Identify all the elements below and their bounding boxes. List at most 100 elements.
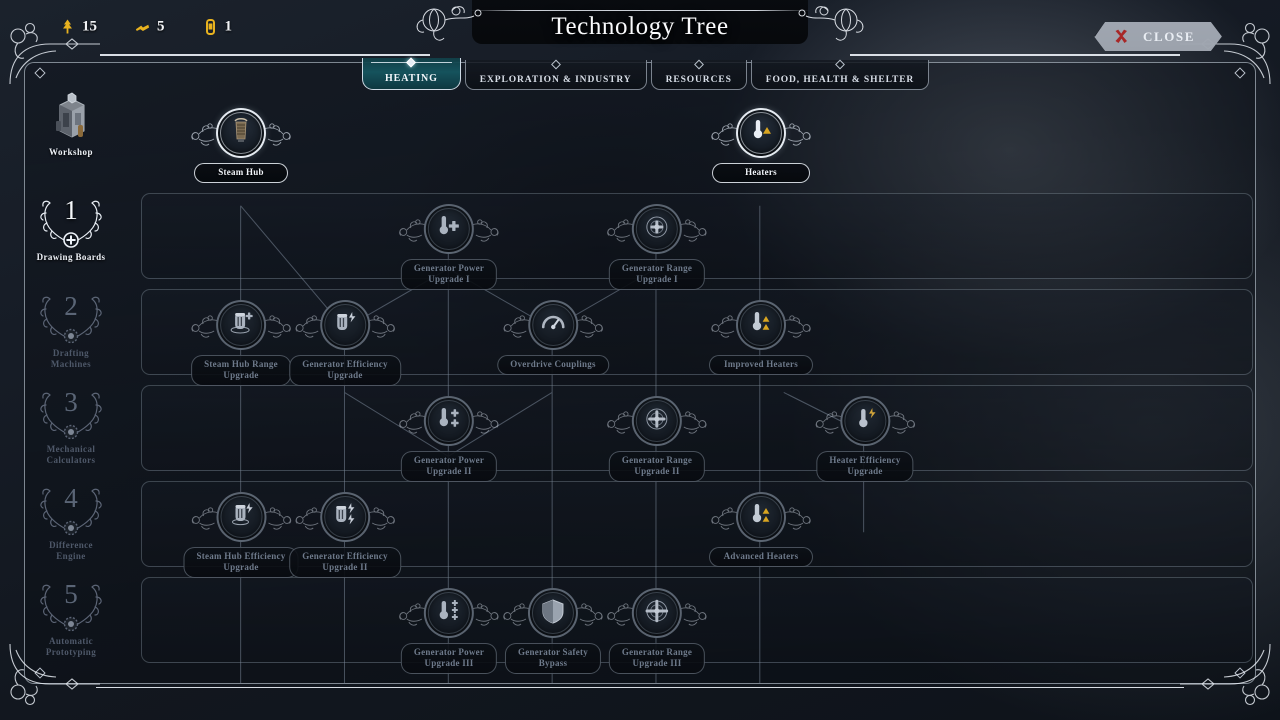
- frame-line-bottom: [96, 686, 1184, 688]
- resource-coal-value: 5: [157, 18, 165, 35]
- tech-node-label: Advanced Heaters: [709, 547, 813, 567]
- tech-node-overdrive-couplings[interactable]: Overdrive Couplings: [497, 300, 609, 375]
- vine-left-icon: [295, 315, 323, 338]
- tier-2-number: 2: [64, 291, 78, 321]
- tier-4[interactable]: 4 Difference Engine: [25, 481, 117, 562]
- tech-node-improved-heaters[interactable]: Improved Heaters: [709, 300, 813, 375]
- tab-gem-icon: [693, 59, 704, 70]
- tab-heating[interactable]: HEATING: [362, 57, 461, 90]
- resource-coal: 5: [135, 19, 165, 36]
- tech-node-orb: [711, 492, 811, 542]
- tech-node-generator-efficiency-2[interactable]: Generator Efficiency Upgrade II: [289, 492, 401, 578]
- tech-node-orb: [191, 300, 291, 350]
- resource-steel-value: 1: [224, 18, 233, 35]
- tab-gem-icon: [550, 59, 561, 70]
- tech-node-orb: [399, 396, 499, 446]
- workshop-entry[interactable]: Workshop: [25, 91, 117, 157]
- vine-left-icon: [191, 507, 219, 530]
- tech-node-steam-hub-range[interactable]: Steam Hub Range Upgrade: [191, 300, 291, 386]
- tier-3-label: Mechanical Calculators: [46, 444, 96, 465]
- tab-food-health-shelter[interactable]: FOOD, HEALTH & SHELTER: [750, 59, 930, 90]
- resource-list: 15 5 1: [60, 19, 232, 36]
- tier-1-number: 1: [64, 195, 78, 225]
- title-flourish-left-icon: [416, 6, 482, 41]
- tech-node-label: Generator Power Upgrade I: [400, 259, 498, 290]
- title-bar: Technology Tree: [400, 0, 880, 50]
- tech-node-orb: [399, 204, 499, 254]
- tech-node-generator-range-3[interactable]: Generator Range Upgrade III: [607, 588, 707, 674]
- tab-gem-icon: [835, 59, 845, 70]
- steel-icon: [203, 19, 218, 36]
- tier-3[interactable]: 3 Mechanical Calculators: [25, 385, 117, 466]
- vine-right-icon: [575, 315, 603, 338]
- tech-node-label: Steam Hub Efficiency Upgrade: [183, 547, 299, 578]
- vine-left-icon: [711, 123, 739, 146]
- tech-node-label: Generator Efficiency Upgrade II: [289, 547, 401, 578]
- tech-node-generator-power-2[interactable]: Generator Power Upgrade II: [399, 396, 499, 482]
- tier-wreath: 3: [38, 385, 104, 443]
- tech-node-label: Generator Range Upgrade II: [608, 451, 706, 482]
- tech-node-generator-range-2[interactable]: Generator Range Upgrade II: [607, 396, 707, 482]
- tech-node-orb: [607, 396, 707, 446]
- tech-node-generator-range-1[interactable]: Generator Range Upgrade I: [607, 204, 707, 290]
- vine-left-icon: [607, 411, 635, 434]
- vine-left-icon: [191, 123, 219, 146]
- tier-1[interactable]: 1 Drawing Boards: [25, 193, 117, 263]
- tech-node-generator-efficiency-1[interactable]: Generator Efficiency Upgrade: [289, 300, 401, 386]
- close-button-label: CLOSE: [1142, 28, 1196, 44]
- tech-node-label: Generator Safety Bypass: [504, 643, 602, 674]
- vine-right-icon: [367, 315, 395, 338]
- tech-node-generator-power-3[interactable]: Generator Power Upgrade III: [399, 588, 499, 674]
- tech-node-orb: [503, 588, 603, 638]
- tab-heating-label: HEATING: [385, 73, 438, 84]
- vine-left-icon: [399, 411, 427, 434]
- tab-resources-label: RESOURCES: [665, 75, 732, 85]
- frame-line-top-left: [100, 54, 430, 56]
- tier-5[interactable]: 5 Automatic Prototyping: [25, 577, 117, 658]
- tech-node-generator-power-1[interactable]: Generator Power Upgrade I: [399, 204, 499, 290]
- tech-node-heater-efficiency[interactable]: Heater Efficiency Upgrade: [815, 396, 915, 482]
- tech-node-orb: [399, 588, 499, 638]
- tech-node-label: Overdrive Couplings: [497, 355, 609, 375]
- resource-wood: 15: [60, 19, 97, 36]
- close-button[interactable]: CLOSE: [1094, 22, 1222, 51]
- tech-node-generator-safety-bypass[interactable]: Generator Safety Bypass: [503, 588, 603, 674]
- tier-sidebar: Workshop 1 Drawing Boards 2 Drafting Mac…: [25, 63, 117, 683]
- tier-wreath: 2: [38, 289, 104, 347]
- tier-wreath: 1: [38, 193, 104, 251]
- tech-node-steam-hub[interactable]: Steam Hub: [191, 108, 291, 183]
- vine-left-icon: [503, 315, 531, 338]
- tech-node-orb: [503, 300, 603, 350]
- tier-wreath: 5: [38, 577, 104, 635]
- tech-tree-panel: Workshop 1 Drawing Boards 2 Drafting Mac…: [24, 62, 1256, 684]
- tech-node-label: Generator Range Upgrade I: [608, 259, 706, 290]
- tier-5-number: 5: [64, 579, 78, 609]
- tier-4-number: 4: [64, 483, 78, 513]
- resource-wood-value: 15: [82, 18, 97, 35]
- tab-resources[interactable]: RESOURCES: [650, 59, 747, 90]
- vine-right-icon: [679, 219, 707, 242]
- tech-node-orb: [711, 300, 811, 350]
- tech-node-heaters[interactable]: Heaters: [711, 108, 811, 183]
- workshop-building-icon: [56, 92, 85, 138]
- tier-2-label: Drafting Machines: [50, 348, 92, 369]
- vine-left-icon: [711, 315, 739, 338]
- category-tabs[interactable]: HEATING EXPLORATION & INDUSTRY RESOURCES…: [362, 57, 930, 90]
- tech-node-orb: [607, 588, 707, 638]
- vine-right-icon: [783, 507, 811, 530]
- title-flourish-right-icon: [798, 6, 864, 41]
- tier-1-label: Drawing Boards: [36, 252, 106, 262]
- tech-node-label: Heater Efficiency Upgrade: [816, 451, 914, 482]
- tab-exploration-industry[interactable]: EXPLORATION & INDUSTRY: [464, 59, 647, 90]
- tech-node-label: Generator Power Upgrade III: [400, 643, 498, 674]
- vine-right-icon: [887, 411, 915, 434]
- tech-node-label: Heaters: [712, 163, 810, 183]
- panel-marker-top-right: [1234, 67, 1246, 79]
- vine-left-icon: [295, 507, 323, 530]
- tech-node-advanced-heaters[interactable]: Advanced Heaters: [709, 492, 813, 567]
- tier-2[interactable]: 2 Drafting Machines: [25, 289, 117, 370]
- vine-left-icon: [607, 219, 635, 242]
- tech-node-label: Generator Range Upgrade III: [608, 643, 706, 674]
- tech-node-orb: [191, 108, 291, 158]
- tech-node-steam-hub-efficiency[interactable]: Steam Hub Efficiency Upgrade: [183, 492, 299, 578]
